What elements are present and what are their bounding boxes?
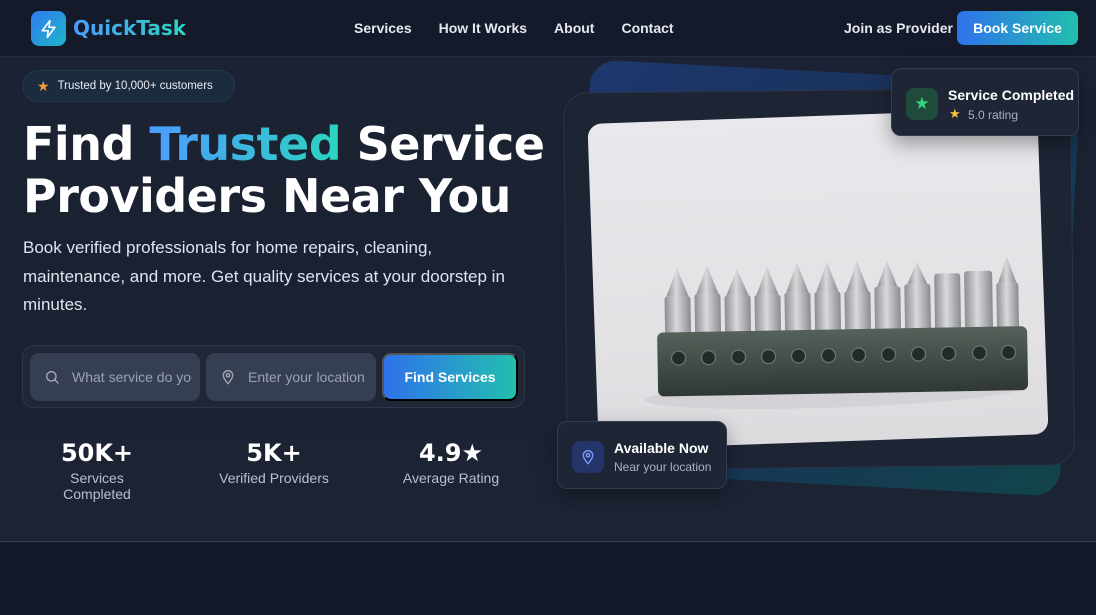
- headline-part-1: Find: [23, 117, 150, 171]
- trust-badge-text: Trusted by 10,000+ customers: [57, 80, 213, 92]
- lightning-bolt-icon: [41, 19, 56, 38]
- nav-link-about[interactable]: About: [554, 20, 594, 36]
- join-as-provider-link[interactable]: Join as Provider: [844, 20, 953, 36]
- stat-label: Average Rating: [402, 470, 500, 486]
- stat-label: Verified Providers: [219, 470, 329, 486]
- nav-link-contact[interactable]: Contact: [621, 20, 673, 36]
- book-service-button[interactable]: Book Service: [957, 11, 1078, 45]
- search-icon: [46, 371, 59, 384]
- card-title: Service Completed: [948, 87, 1075, 103]
- hero-subtext: Book verified professionals for home rep…: [23, 238, 505, 314]
- nav-link-services[interactable]: Services: [354, 20, 412, 36]
- star-icon: ★: [914, 94, 930, 114]
- available-now-card: Available Now Near your location: [557, 421, 727, 489]
- card-icon-box: [572, 441, 604, 473]
- service-completed-card: ★ Service Completed ★ 5.0 rating: [891, 68, 1079, 136]
- card-subtitle: Near your location: [614, 460, 712, 474]
- brand-name[interactable]: QuickTask: [73, 16, 186, 40]
- stat-value: 5K+: [246, 439, 302, 467]
- location-input[interactable]: [248, 369, 368, 385]
- location-pin-icon: [222, 370, 234, 385]
- hero-headline: Find Trusted Service Providers Near You: [23, 118, 563, 222]
- nav-links: Services How It Works About Contact: [354, 20, 701, 36]
- stat-value: 50K+: [60, 439, 134, 467]
- top-navbar: QuickTask Services How It Works About Co…: [0, 0, 1096, 57]
- service-input[interactable]: [72, 369, 192, 385]
- hero-photo-screwdriver-bits: [587, 108, 1049, 450]
- screwdriver-bit-set-illustration: [645, 256, 1029, 409]
- service-field[interactable]: [30, 353, 200, 401]
- location-field[interactable]: [206, 353, 376, 401]
- stat-average-rating: 4.9★ Average Rating: [398, 438, 504, 486]
- stat-label: Services Completed: [63, 470, 131, 502]
- next-section-band: [0, 543, 1096, 615]
- stat-services-completed: 50K+ Services Completed: [36, 438, 158, 502]
- headline-accent: Trusted: [149, 117, 342, 171]
- stat-value: 4.9★: [418, 439, 484, 467]
- logo-badge[interactable]: [31, 11, 66, 46]
- star-icon: ★: [37, 77, 50, 94]
- find-services-button[interactable]: Find Services: [382, 353, 518, 401]
- card-title: Available Now: [614, 440, 709, 456]
- nav-link-how-it-works[interactable]: How It Works: [439, 20, 527, 36]
- rating-star-icon: ★: [949, 107, 961, 122]
- card-icon-box: ★: [906, 88, 938, 120]
- search-bar: Find Services: [22, 345, 525, 408]
- stat-verified-providers: 5K+ Verified Providers: [214, 438, 334, 486]
- location-pin-icon: [582, 450, 594, 465]
- card-rating-text: 5.0 rating: [968, 108, 1019, 122]
- trust-badge: ★ Trusted by 10,000+ customers: [22, 70, 235, 102]
